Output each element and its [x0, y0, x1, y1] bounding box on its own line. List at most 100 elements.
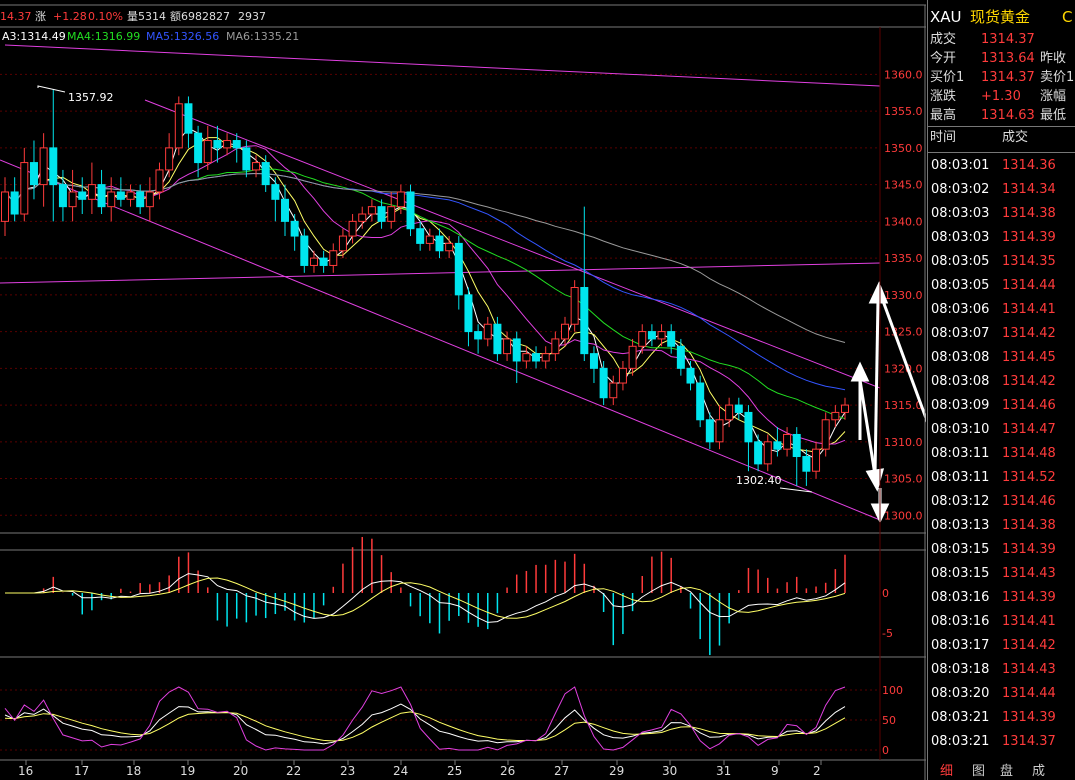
ma6-legend: MA6:1335.21 [226, 30, 299, 43]
quote-value: +1.30 [981, 89, 1021, 104]
tab-orderbook[interactable]: 盘 [1000, 760, 1013, 779]
tick-time: 08:03:09 [931, 398, 990, 413]
tick-time: 08:03:13 [931, 518, 990, 533]
kdj-tick-label: 100 [882, 684, 903, 697]
tick-row: 08:03:17 1314.42 [928, 634, 1075, 658]
tick-price: 1314.36 [1002, 158, 1056, 173]
tick-price: 1314.46 [1002, 398, 1056, 413]
tick-time: 08:03:21 [931, 710, 990, 725]
tick-row: 08:03:21 1314.39 [928, 706, 1075, 730]
tick-time: 08:03:18 [931, 662, 990, 677]
tick-price: 1314.38 [1002, 206, 1056, 221]
header-amount: 额6982827 [170, 10, 230, 23]
tick-time: 08:03:21 [931, 734, 990, 749]
header-change: +1.28 [53, 10, 87, 23]
price-tick-label: 1355.0 [884, 105, 923, 118]
price-tick-label: 1300.0 [884, 509, 923, 522]
tick-price: 1314.37 [1002, 734, 1056, 749]
tab-detail[interactable]: 细 [940, 760, 953, 779]
price-tick-label: 1305.0 [884, 473, 923, 486]
price-tick-label: 1345.0 [884, 179, 923, 192]
tick-time: 08:03:05 [931, 278, 990, 293]
quote-value: 1314.63 [981, 108, 1035, 123]
tick-time: 08:03:15 [931, 542, 990, 557]
x-tick-label: 16 [18, 764, 33, 778]
price-tick-label: 1335.0 [884, 252, 923, 265]
x-tick-label: 26 [500, 764, 515, 778]
tick-time: 08:03:08 [931, 374, 990, 389]
header-extra: 2937 [238, 10, 266, 23]
tick-time: 08:03:16 [931, 614, 990, 629]
x-tick-label: 27 [554, 764, 569, 778]
kdj-tick-label: 0 [882, 744, 889, 757]
price-chart[interactable]: 14.37 涨 +1.28 0.10% 量5314 额6982827 2937 … [0, 0, 926, 780]
tick-price: 1314.45 [1002, 350, 1056, 365]
tick-price: 1314.42 [1002, 374, 1056, 389]
tick-price: 1314.38 [1002, 518, 1056, 533]
tick-price: 1314.41 [1002, 302, 1056, 317]
price-tick-label: 1350.0 [884, 142, 923, 155]
price-tick-label: 1330.0 [884, 289, 923, 302]
price-tick-label: 1360.0 [884, 68, 923, 81]
tick-row: 08:03:11 1314.48 [928, 442, 1075, 466]
tick-row: 08:03:05 1314.44 [928, 274, 1075, 298]
x-tick-label: 24 [393, 764, 408, 778]
x-tick-label: 30 [662, 764, 677, 778]
tick-time: 08:03:01 [931, 158, 990, 173]
quote-label: 今开 [930, 51, 957, 66]
quote-label: 买价1 [930, 70, 965, 85]
price-tick-label: 1325.0 [884, 326, 923, 339]
tick-price: 1314.46 [1002, 494, 1056, 509]
tick-row: 08:03:05 1314.35 [928, 250, 1075, 274]
tick-row: 08:03:15 1314.39 [928, 538, 1075, 562]
symbol-suffix: C [1062, 8, 1073, 26]
tick-row: 08:03:11 1314.52 [928, 466, 1075, 490]
x-tick-label: 18 [126, 764, 141, 778]
symbol-code: XAU [930, 8, 962, 26]
tick-price: 1314.35 [1002, 254, 1056, 269]
x-tick-label: 29 [609, 764, 624, 778]
header-price: 14.37 [0, 10, 32, 23]
quote-label2: 涨幅 [1040, 89, 1067, 104]
tick-row: 08:03:03 1314.38 [928, 202, 1075, 226]
x-tick-label: 2 [813, 764, 821, 778]
candle [406, 184, 415, 237]
tick-time: 08:03:16 [931, 590, 990, 605]
tick-price: 1314.48 [1002, 446, 1056, 461]
tick-row: 08:03:20 1314.44 [928, 682, 1075, 706]
tick-price: 1314.42 [1002, 638, 1056, 653]
tick-price: 1314.44 [1002, 278, 1056, 293]
header-change-pct: 0.10% [88, 10, 123, 23]
candle [174, 96, 183, 156]
tick-price: 1314.39 [1002, 230, 1056, 245]
macd-tick-label: 0 [882, 587, 889, 600]
quote-label2: 最低 [1040, 108, 1067, 123]
tick-row: 08:03:12 1314.46 [928, 490, 1075, 514]
tick-row: 08:03:06 1314.41 [928, 298, 1075, 322]
tick-time: 08:03:07 [931, 326, 990, 341]
price-tick-label: 1315.0 [884, 399, 923, 412]
x-tick-label: 31 [716, 764, 731, 778]
tick-price: 1314.39 [1002, 590, 1056, 605]
price-tick-label: 1310.0 [884, 436, 923, 449]
tick-time: 08:03:03 [931, 206, 990, 221]
tick-row: 08:03:15 1314.43 [928, 562, 1075, 586]
tick-row: 08:03:02 1314.34 [928, 178, 1075, 202]
x-tick-label: 17 [74, 764, 89, 778]
tick-row: 08:03:21 1314.37 [928, 730, 1075, 754]
tab-chart[interactable]: 图 [972, 760, 985, 779]
tick-row: 08:03:16 1314.41 [928, 610, 1075, 634]
candle [570, 280, 579, 332]
quote-label2: 昨收 [1040, 51, 1067, 66]
tick-time: 08:03:11 [931, 470, 990, 485]
tick-row: 08:03:18 1314.43 [928, 658, 1075, 682]
tab-trades[interactable]: 成 [1032, 760, 1045, 779]
tick-price: 1314.42 [1002, 326, 1056, 341]
quote-panel: XAU 现货黄金 C 成交 1314.37 今开 1313.64 昨收 买价1 1314… [927, 0, 1075, 780]
ma3-legend: A3:1314.49 [2, 30, 66, 43]
quote-label: 涨跌 [930, 89, 957, 104]
tick-time: 08:03:06 [931, 302, 990, 317]
candle [696, 375, 705, 428]
symbol-name: 现货黄金 [970, 8, 1031, 26]
tick-row: 08:03:13 1314.38 [928, 514, 1075, 538]
